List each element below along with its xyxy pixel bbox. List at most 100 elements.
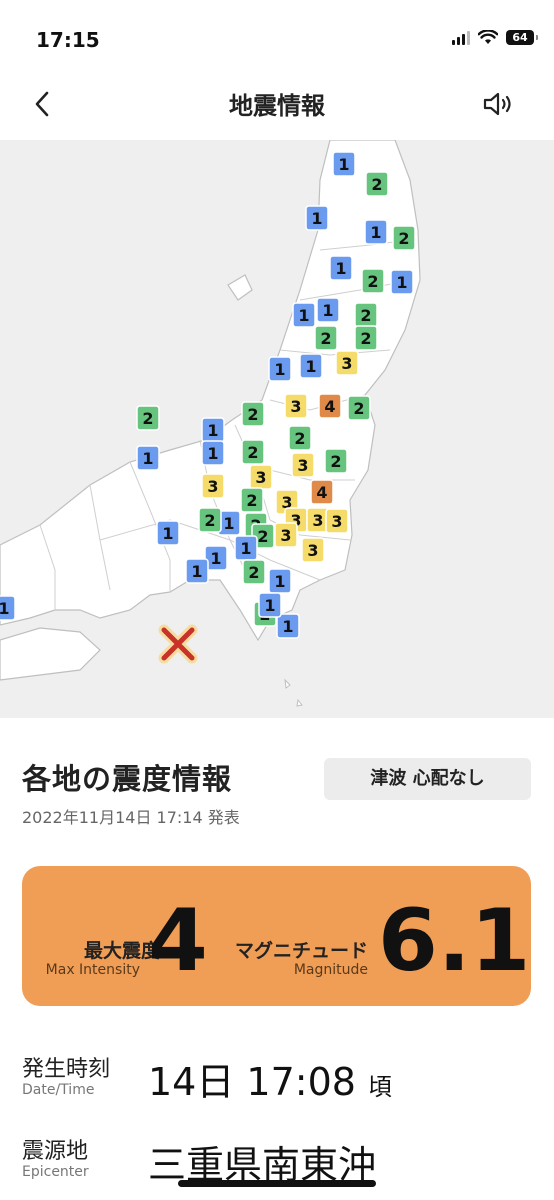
sound-button[interactable]	[478, 86, 518, 122]
intensity-marker-3: 3	[325, 508, 349, 534]
intensity-marker-label: 2	[257, 527, 268, 546]
intensity-marker-label: 1	[210, 549, 221, 568]
intensity-marker-1: 1	[268, 568, 292, 594]
japan-map: 1211212111222113223421122133234122331233…	[0, 140, 421, 707]
status-icons: 64	[452, 30, 538, 45]
intensity-marker-2: 2	[392, 225, 416, 251]
intensity-marker-1: 1	[156, 520, 180, 546]
intensity-marker-label: 1	[207, 444, 218, 463]
intensity-marker-2: 2	[324, 448, 348, 474]
intensity-marker-label: 2	[320, 329, 331, 348]
intensity-marker-2: 2	[242, 559, 266, 585]
intensity-marker-label: 1	[311, 209, 322, 228]
magnitude-sub: Magnitude	[293, 962, 368, 978]
max-intensity-value: 4	[148, 891, 208, 991]
intensity-marker-label: 1	[0, 599, 10, 618]
intensity-marker-1: 1	[299, 353, 323, 379]
intensity-marker-1: 1	[276, 613, 300, 639]
intensity-marker-label: 3	[341, 354, 352, 373]
intensity-marker-label: 2	[247, 405, 258, 424]
intensity-marker-1: 1	[292, 302, 316, 328]
epicenter-sub: Epicenter	[22, 1164, 89, 1180]
intensity-marker-label: 2	[246, 491, 257, 510]
cellular-signal-icon	[452, 30, 470, 45]
intensity-marker-label: 2	[247, 443, 258, 462]
intensity-marker-2: 2	[240, 487, 264, 513]
intensity-marker-label: 2	[360, 306, 371, 325]
intensity-marker-2: 2	[354, 325, 378, 351]
intensity-marker-label: 2	[398, 229, 409, 248]
page-title: 地震情報	[229, 92, 325, 120]
intensity-marker-3: 3	[335, 350, 359, 376]
intensity-marker-1: 1	[201, 417, 225, 443]
intensity-marker-label: 1	[338, 155, 349, 174]
intensity-marker-1: 1	[332, 151, 356, 177]
wifi-icon	[478, 30, 498, 44]
status-time: 17:15	[36, 28, 100, 52]
intensity-marker-label: 1	[223, 514, 234, 533]
intensity-marker-2: 2	[365, 171, 389, 197]
intensity-marker-2: 2	[241, 439, 265, 465]
intensity-marker-2: 2	[347, 395, 371, 421]
intensity-marker-label: 1	[274, 360, 285, 379]
intensity-marker-label: 1	[305, 357, 316, 376]
intensity-marker-1: 1	[185, 558, 209, 584]
intensity-marker-label: 4	[316, 483, 327, 502]
intensity-marker-3: 3	[301, 537, 325, 563]
intensity-marker-label: 1	[335, 259, 346, 278]
intensity-marker-1: 1	[305, 205, 329, 231]
intensity-marker-label: 2	[360, 329, 371, 348]
intensity-marker-label: 1	[264, 596, 275, 615]
intensity-marker-2: 2	[361, 268, 385, 294]
intensity-marker-1: 1	[329, 255, 353, 281]
intensity-marker-label: 2	[204, 511, 215, 530]
intensity-marker-1: 1	[316, 297, 340, 323]
intensity-marker-label: 1	[370, 223, 381, 242]
intensity-marker-1: 1	[268, 356, 292, 382]
max-intensity-label: 最大震度	[83, 940, 160, 962]
intensity-marker-3: 3	[249, 464, 273, 490]
intensity-marker-label: 2	[330, 452, 341, 471]
sado-island	[227, 274, 253, 301]
izu-islands	[284, 678, 303, 707]
tsunami-badge: 津波 心配なし	[324, 758, 531, 800]
intensity-marker-3: 3	[291, 452, 315, 478]
intensity-marker-1: 1	[390, 269, 414, 295]
intensity-marker-label: 2	[248, 563, 259, 582]
intensity-marker-label: 3	[290, 397, 301, 416]
intensity-marker-2: 2	[136, 405, 160, 431]
datetime-value: 14日 17:08 頃	[148, 1051, 392, 1106]
magnitude-label: マグニチュード	[234, 940, 368, 962]
info-panel: 各地の震度情報 津波 心配なし 2022年11月14日 17:14 発表 最大震…	[0, 718, 554, 1200]
intensity-marker-label: 3	[297, 456, 308, 475]
magnitude-value: 6.1	[378, 891, 531, 991]
status-bar: 17:15 64	[0, 0, 554, 70]
intensity-marker-label: 1	[142, 449, 153, 468]
intensity-marker-1: 1	[234, 535, 258, 561]
intensity-marker-1: 1	[364, 219, 388, 245]
intensity-marker-1: 1	[258, 592, 282, 618]
intensity-marker-label: 1	[162, 524, 173, 543]
intensity-marker-label: 1	[322, 301, 333, 320]
intensity-marker-label: 3	[312, 511, 323, 530]
intensity-marker-label: 2	[367, 272, 378, 291]
intensity-marker-label: 1	[282, 617, 293, 636]
intensity-marker-label: 3	[331, 512, 342, 531]
epicenter-x-icon	[158, 624, 198, 664]
intensity-marker-4: 4	[318, 393, 342, 419]
intensity-marker-label: 2	[142, 409, 153, 428]
intensity-marker-label: 2	[371, 175, 382, 194]
intensity-marker-3: 3	[274, 522, 298, 548]
intensity-marker-2: 2	[241, 401, 265, 427]
intensity-map[interactable]: 1211212111222113223421122133234122331233…	[0, 140, 554, 718]
intensity-marker-2: 2	[314, 325, 338, 351]
nav-bar: 地震情報	[0, 70, 554, 140]
intensity-marker-label: 1	[396, 273, 407, 292]
intensity-marker-label: 3	[307, 541, 318, 560]
intensity-marker-1: 1	[136, 445, 160, 471]
home-indicator	[178, 1180, 376, 1187]
shikoku-landmass	[0, 627, 101, 681]
intensity-marker-label: 2	[353, 399, 364, 418]
intensity-marker-label: 3	[207, 477, 218, 496]
intensity-marker-label: 4	[324, 397, 335, 416]
